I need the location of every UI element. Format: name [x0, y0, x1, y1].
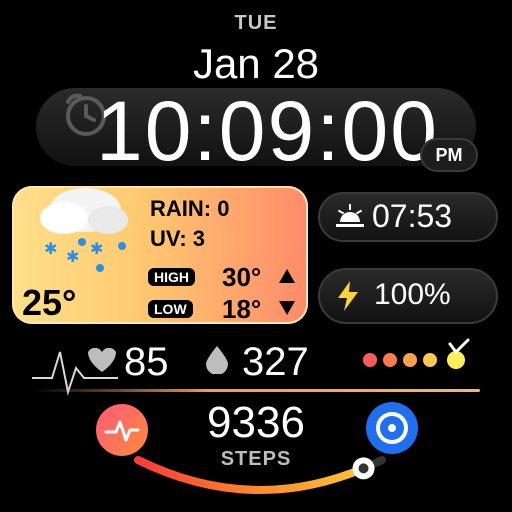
- steps-progress-arc: [134, 456, 386, 494]
- low-label: LOW: [148, 300, 193, 318]
- rain-snow-cloud-icon: ✱ ✱ ✱: [40, 188, 128, 272]
- rain-label: RAIN: 0: [150, 196, 230, 221]
- check-icon: [448, 338, 470, 355]
- heart-icon: [88, 347, 116, 372]
- separator-line: [34, 389, 480, 392]
- svg-text:✱: ✱: [90, 239, 103, 258]
- low-temp: 18°: [222, 294, 262, 324]
- current-temperature: 25°: [22, 282, 77, 323]
- water-drop-icon: [206, 346, 228, 374]
- lightning-bolt-icon: [338, 281, 358, 311]
- heart-rate: 85: [124, 340, 169, 384]
- svg-text:✱: ✱: [44, 239, 57, 258]
- time-display: 10:09:00: [96, 84, 439, 178]
- dot-1: [363, 353, 377, 367]
- svg-text:✱: ✱: [66, 247, 79, 266]
- dot-2: [383, 353, 397, 367]
- progress-dots: [363, 338, 470, 369]
- uv-label: UV: 3: [150, 226, 206, 251]
- water-intake: 327: [242, 340, 309, 384]
- high-temp: 30°: [222, 262, 262, 292]
- step-count: 9336: [207, 398, 305, 447]
- up-arrow-icon: [279, 269, 295, 283]
- progress-fill: [134, 456, 386, 494]
- dot-4: [423, 353, 437, 367]
- progress-knob: [352, 457, 375, 480]
- high-label: HIGH: [148, 268, 195, 286]
- ampm-badge: PM: [420, 138, 478, 172]
- sunrise-icon: [336, 204, 364, 227]
- date-label: Jan 28: [192, 40, 320, 87]
- day-label: TUE: [234, 12, 278, 34]
- dot-3: [403, 353, 417, 367]
- down-arrow-icon: [279, 301, 295, 315]
- sunrise-time: 07:53: [372, 198, 453, 234]
- battery-level: 100%: [374, 278, 451, 311]
